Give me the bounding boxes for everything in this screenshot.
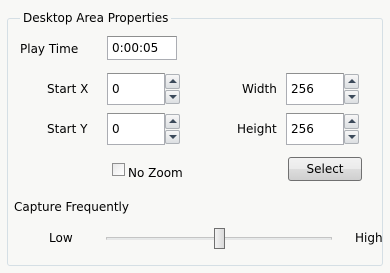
width-down-button[interactable]	[344, 89, 359, 104]
arrow-up-icon	[347, 119, 356, 124]
width-value: 256	[291, 82, 314, 96]
arrow-down-icon	[347, 134, 356, 139]
slider-low-label: Low	[49, 231, 73, 245]
width-label: Width	[242, 82, 277, 96]
arrow-up-icon	[168, 79, 177, 84]
arrow-down-icon	[347, 94, 356, 99]
play-time-value: 0:00:05	[112, 41, 159, 55]
no-zoom-label[interactable]: No Zoom	[128, 165, 183, 181]
start-x-label: Start X	[47, 82, 89, 96]
select-button-label: Select	[306, 162, 344, 176]
start-x-spinner[interactable]	[165, 73, 181, 105]
start-y-spinner[interactable]	[165, 113, 181, 145]
height-field[interactable]: 256	[286, 113, 344, 145]
capture-frequency-slider-thumb[interactable]	[213, 228, 225, 249]
start-y-field[interactable]: 0	[107, 113, 165, 145]
height-value: 256	[291, 122, 314, 136]
play-time-label: Play Time	[20, 42, 79, 56]
play-time-field[interactable]: 0:00:05	[107, 36, 177, 60]
capture-frequently-label: Capture Frequently	[14, 200, 129, 214]
start-y-down-button[interactable]	[165, 129, 180, 144]
desktop-area-properties-panel: Desktop Area Properties Play Time 0:00:0…	[0, 0, 390, 273]
width-field[interactable]: 256	[286, 73, 344, 105]
slider-high-label: High	[355, 231, 383, 245]
arrow-down-icon	[168, 134, 177, 139]
start-x-value: 0	[112, 82, 120, 96]
start-x-up-button[interactable]	[165, 74, 180, 89]
start-y-label: Start Y	[47, 122, 88, 136]
arrow-up-icon	[347, 79, 356, 84]
start-y-value: 0	[112, 122, 120, 136]
select-button[interactable]: Select	[288, 157, 362, 181]
arrow-up-icon	[168, 119, 177, 124]
height-spinner[interactable]	[344, 113, 360, 145]
start-y-up-button[interactable]	[165, 114, 180, 129]
width-up-button[interactable]	[344, 74, 359, 89]
arrow-down-icon	[168, 94, 177, 99]
start-x-field[interactable]: 0	[107, 73, 165, 105]
width-spinner[interactable]	[344, 73, 360, 105]
group-title: Desktop Area Properties	[20, 10, 172, 26]
start-x-down-button[interactable]	[165, 89, 180, 104]
height-up-button[interactable]	[344, 114, 359, 129]
no-zoom-checkbox[interactable]	[112, 163, 125, 176]
height-label: Height	[237, 122, 277, 136]
height-down-button[interactable]	[344, 129, 359, 144]
